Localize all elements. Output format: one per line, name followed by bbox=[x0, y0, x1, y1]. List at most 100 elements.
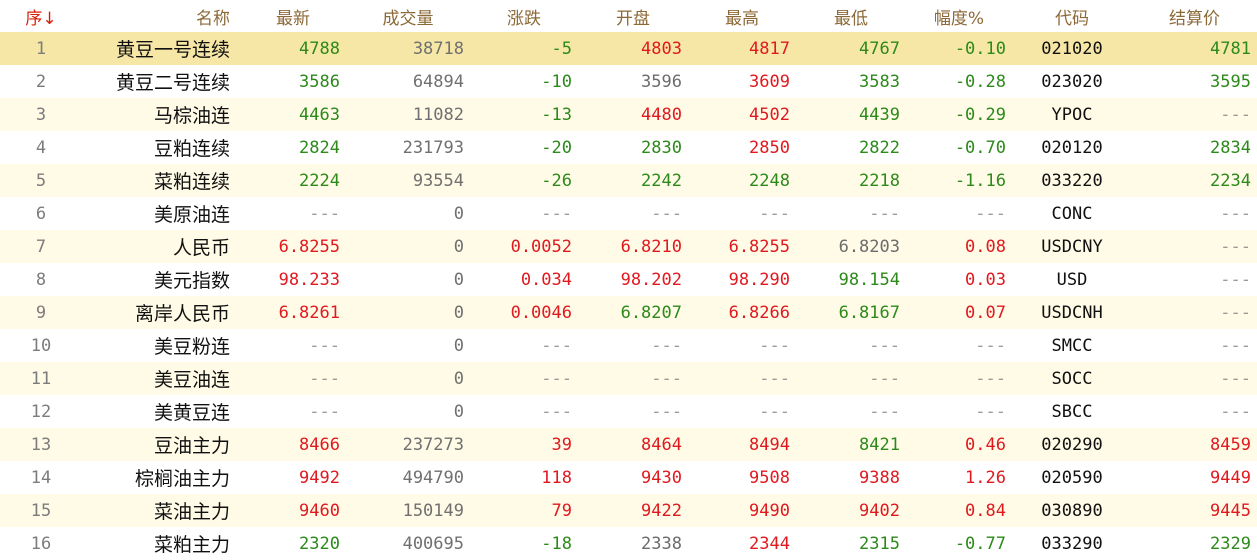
table-row[interactable]: 5 菜粕连续 2224 93554 -26 2242 2248 2218 -1.16 033220… bbox=[0, 164, 1257, 197]
cell-last: --- bbox=[309, 368, 340, 389]
column-label: 序 bbox=[25, 8, 43, 29]
cell-settle: 3595 bbox=[1210, 71, 1251, 92]
cell-change: 0.0052 bbox=[510, 236, 572, 257]
cell-settle: 2234 bbox=[1210, 170, 1251, 191]
table-row[interactable]: 8 美元指数 98.233 0 0.034 98.202 98.290 98.154 0.03 U… bbox=[0, 263, 1257, 296]
cell-low: --- bbox=[869, 368, 900, 389]
table-row[interactable]: 13 豆油主力 8466 237273 39 8464 8494 8421 0.46 020290… bbox=[0, 428, 1257, 461]
cell-change: --- bbox=[541, 335, 572, 356]
cell-seq: 9 bbox=[35, 302, 47, 323]
column-header-volume[interactable]: 成交量 bbox=[346, 0, 470, 32]
cell-name: 黄豆二号连续 bbox=[115, 72, 230, 94]
cell-high: 2344 bbox=[749, 533, 790, 554]
cell-name: 黄豆一号连续 bbox=[115, 39, 230, 61]
column-header-pct[interactable]: 幅度% bbox=[906, 0, 1012, 32]
table-row[interactable]: 10 美豆粉连 --- 0 --- --- --- --- --- SMCC --- bbox=[0, 329, 1257, 362]
table-row[interactable]: 9 离岸人民币 6.8261 0 0.0046 6.8207 6.8266 6.8167 0.0… bbox=[0, 296, 1257, 329]
table-row[interactable]: 16 菜粕主力 2320 400695 -18 2338 2344 2315 -0.77 0332… bbox=[0, 527, 1257, 560]
cell-high: --- bbox=[759, 368, 790, 389]
cell-change: 39 bbox=[551, 434, 572, 455]
table-row[interactable]: 3 马棕油连 4463 11082 -13 4480 4502 4439 -0.29 YPOC --… bbox=[0, 98, 1257, 131]
cell-open: 9430 bbox=[641, 467, 682, 488]
cell-open: --- bbox=[651, 335, 682, 356]
cell-high: --- bbox=[759, 203, 790, 224]
cell-seq: 10 bbox=[30, 335, 52, 356]
cell-last: 2824 bbox=[299, 137, 340, 158]
column-header-change[interactable]: 涨跌 bbox=[470, 0, 578, 32]
cell-change: -18 bbox=[541, 533, 572, 554]
cell-change: 118 bbox=[541, 467, 572, 488]
cell-change: --- bbox=[541, 401, 572, 422]
cell-settle: --- bbox=[1220, 368, 1251, 389]
table-header: 序↓ 名称 最新 成交量 涨跌 开盘 最高 最低 幅度% 代码 结算价 bbox=[0, 0, 1257, 32]
table-row[interactable]: 2 黄豆二号连续 3586 64894 -10 3596 3609 3583 -0.28 0230… bbox=[0, 65, 1257, 98]
quote-table: 序↓ 名称 最新 成交量 涨跌 开盘 最高 最低 幅度% 代码 结算价 1 黄豆一… bbox=[0, 0, 1257, 560]
column-header-low[interactable]: 最低 bbox=[796, 0, 906, 32]
table-row[interactable]: 14 棕榈油主力 9492 494790 118 9430 9508 9388 1.26 0205… bbox=[0, 461, 1257, 494]
table-row[interactable]: 12 美黄豆连 --- 0 --- --- --- --- --- SBCC --- bbox=[0, 395, 1257, 428]
cell-open: 4480 bbox=[641, 104, 682, 125]
cell-settle: 8459 bbox=[1210, 434, 1251, 455]
cell-pct: 0.07 bbox=[965, 302, 1006, 323]
cell-settle: --- bbox=[1220, 203, 1251, 224]
cell-seq: 11 bbox=[30, 368, 52, 389]
cell-low: 2218 bbox=[859, 170, 900, 191]
cell-pct: --- bbox=[975, 335, 1006, 356]
table-row[interactable]: 6 美原油连 --- 0 --- --- --- --- --- CONC --- bbox=[0, 197, 1257, 230]
cell-low: 4767 bbox=[859, 38, 900, 59]
cell-volume: 231793 bbox=[402, 137, 464, 158]
table-row[interactable]: 11 美豆油连 --- 0 --- --- --- --- --- SOCC --- bbox=[0, 362, 1257, 395]
column-header-open[interactable]: 开盘 bbox=[578, 0, 688, 32]
cell-volume: 93554 bbox=[412, 170, 464, 191]
cell-seq: 12 bbox=[30, 401, 52, 422]
cell-pct: -0.28 bbox=[954, 71, 1006, 92]
column-header-high[interactable]: 最高 bbox=[688, 0, 796, 32]
column-header-code[interactable]: 代码 bbox=[1012, 0, 1132, 32]
cell-low: 6.8167 bbox=[838, 302, 900, 323]
cell-open: --- bbox=[651, 203, 682, 224]
cell-code: 020590 bbox=[1041, 467, 1103, 488]
cell-pct: -0.10 bbox=[954, 38, 1006, 59]
sort-desc-icon: ↓ bbox=[42, 8, 57, 29]
cell-volume: 0 bbox=[453, 269, 464, 290]
cell-seq: 16 bbox=[30, 533, 52, 554]
cell-last: 2320 bbox=[299, 533, 340, 554]
cell-open: --- bbox=[651, 401, 682, 422]
cell-low: --- bbox=[869, 401, 900, 422]
cell-settle: --- bbox=[1220, 401, 1251, 422]
cell-low: 3583 bbox=[859, 71, 900, 92]
column-header-last[interactable]: 最新 bbox=[240, 0, 346, 32]
cell-name: 马棕油连 bbox=[153, 105, 230, 127]
cell-settle: --- bbox=[1220, 335, 1251, 356]
cell-last: 9460 bbox=[299, 500, 340, 521]
cell-change: 0.034 bbox=[520, 269, 572, 290]
cell-pct: --- bbox=[975, 368, 1006, 389]
cell-change: -20 bbox=[541, 137, 572, 158]
cell-open: 2242 bbox=[641, 170, 682, 191]
cell-high: 8494 bbox=[749, 434, 790, 455]
cell-high: 2248 bbox=[749, 170, 790, 191]
cell-name: 人民币 bbox=[172, 237, 230, 259]
cell-name: 菜油主力 bbox=[153, 501, 230, 523]
cell-volume: 0 bbox=[453, 335, 464, 356]
table-row[interactable]: 1 黄豆一号连续 4788 38718 -5 4803 4817 4767 -0.10 02102… bbox=[0, 32, 1257, 65]
cell-code: 020290 bbox=[1041, 434, 1103, 455]
column-header-name[interactable]: 名称 bbox=[82, 0, 240, 32]
cell-pct: --- bbox=[975, 203, 1006, 224]
cell-volume: 0 bbox=[453, 368, 464, 389]
column-header-settle[interactable]: 结算价 bbox=[1132, 0, 1257, 32]
table-row[interactable]: 7 人民币 6.8255 0 0.0052 6.8210 6.8255 6.8203 0.08 U… bbox=[0, 230, 1257, 263]
cell-seq: 1 bbox=[35, 38, 47, 59]
column-header-seq[interactable]: 序↓ bbox=[0, 0, 82, 32]
cell-code: YPOC bbox=[1051, 104, 1093, 125]
cell-seq: 5 bbox=[35, 170, 47, 191]
cell-volume: 0 bbox=[453, 401, 464, 422]
cell-volume: 0 bbox=[453, 203, 464, 224]
cell-high: 4817 bbox=[749, 38, 790, 59]
table-row[interactable]: 4 豆粕连续 2824 231793 -20 2830 2850 2822 -0.70 02012… bbox=[0, 131, 1257, 164]
cell-settle: 2329 bbox=[1210, 533, 1251, 554]
cell-last: 6.8261 bbox=[278, 302, 340, 323]
table-row[interactable]: 15 菜油主力 9460 150149 79 9422 9490 9402 0.84 030890… bbox=[0, 494, 1257, 527]
cell-code: USD bbox=[1056, 269, 1088, 290]
cell-low: 4439 bbox=[859, 104, 900, 125]
